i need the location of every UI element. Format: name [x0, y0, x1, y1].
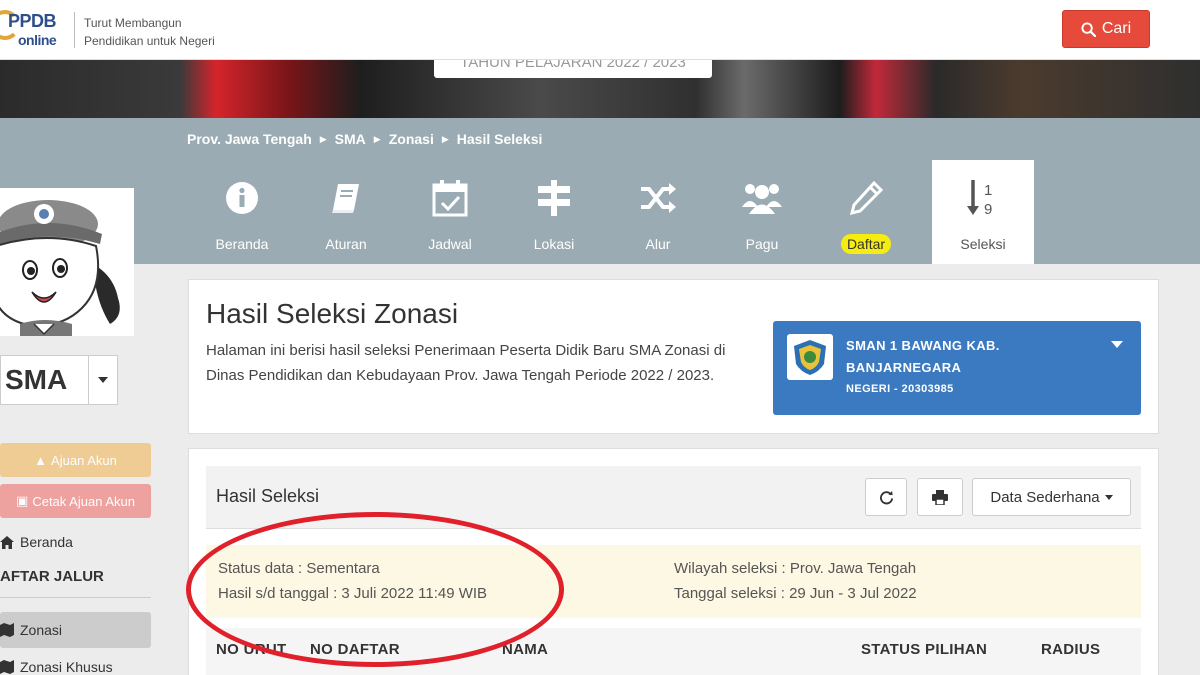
tab-seleksi[interactable]: 19 Seleksi	[932, 160, 1034, 264]
sidebar-divider	[0, 597, 151, 598]
tagline-line-2: Pendidikan untuk Negeri	[84, 34, 215, 48]
tab-label: Seleksi	[960, 236, 1006, 252]
logo-text-bottom: online	[18, 32, 57, 48]
school-name: SMAN 1 BAWANG KAB. BANJARNEGARA	[846, 338, 1000, 375]
sort-numeric-icon: 19	[967, 180, 992, 218]
page-title: Hasil Seleksi Zonasi	[206, 298, 459, 329]
hero-banner: TAHUN PELAJARAN 2022 / 2023	[0, 60, 1200, 118]
selection-period: Tanggal seleksi : 29 Jun - 3 Jul 2022	[674, 585, 917, 602]
data-status: Status data : Sementara	[218, 560, 380, 577]
tab-aturan[interactable]: Aturan	[294, 160, 398, 264]
tab-label: Lokasi	[533, 236, 575, 252]
chevron-down-icon	[87, 356, 117, 404]
users-icon	[742, 184, 782, 214]
book-icon	[332, 184, 359, 213]
mascot-avatar	[0, 188, 134, 336]
tab-label: Aturan	[325, 236, 367, 252]
tab-pagu[interactable]: Pagu	[710, 160, 814, 264]
page-description: Halaman ini berisi hasil seleksi Penerim…	[206, 342, 726, 384]
sidebar-item-label: Beranda	[20, 534, 73, 550]
main-nav-tabs: Beranda Aturan Jadwal Lokasi Alur Pagu D…	[190, 160, 1034, 264]
school-selector[interactable]: SMAN 1 BAWANG KAB. BANJARNEGARA NEGERI -…	[773, 321, 1141, 415]
tab-alur[interactable]: Alur	[606, 160, 710, 264]
school-emblem-icon	[787, 334, 833, 380]
tab-daftar[interactable]: Daftar	[814, 160, 918, 264]
tagline: Turut Membangun Pendidikan untuk Negeri	[84, 14, 215, 50]
search-button-label: Cari	[1101, 20, 1132, 37]
view-mode-dropdown[interactable]: Data Sederhana	[972, 478, 1131, 516]
sidebar-item-zonasi-khusus[interactable]: Zonasi Khusus	[0, 659, 113, 675]
shuffle-icon	[641, 183, 676, 213]
print-icon: ▣	[16, 493, 29, 508]
breadcrumb: Prov. Jawa Tengah ▶ SMA ▶ Zonasi ▶ Hasil…	[187, 131, 542, 147]
breadcrumb-separator-icon: ▶	[373, 133, 381, 144]
refresh-icon	[879, 490, 893, 504]
selection-info-box	[206, 545, 1141, 618]
logo-divider	[74, 12, 75, 48]
level-select[interactable]: SMA	[0, 355, 118, 405]
sidebar-item-beranda[interactable]: Beranda	[0, 534, 73, 550]
map-icon	[0, 623, 14, 637]
tab-jadwal[interactable]: Jadwal	[398, 160, 502, 264]
column-header-nama[interactable]: NAMA	[502, 641, 548, 658]
refresh-button[interactable]	[865, 478, 907, 516]
ajuan-akun-button[interactable]: ▲ Ajuan Akun	[0, 443, 151, 477]
academic-year-label: TAHUN PELAJARAN 2022 / 2023	[434, 60, 712, 78]
tab-label: Beranda	[215, 236, 269, 252]
results-title: Hasil Seleksi	[216, 486, 320, 506]
column-header-no-daftar[interactable]: NO DAFTAR	[310, 641, 400, 658]
chevron-down-icon	[1111, 341, 1123, 348]
sidebar-section-heading: AFTAR JALUR	[0, 568, 104, 585]
cetak-ajuan-akun-button[interactable]: ▣ Cetak Ajuan Akun	[0, 484, 151, 518]
svg-text:9: 9	[984, 201, 992, 218]
top-header: PPDB online Turut Membangun Pendidikan u…	[0, 0, 1200, 60]
sidebar-item-label: Zonasi Khusus	[20, 659, 113, 675]
tab-label: Alur	[645, 236, 671, 252]
info-icon	[226, 182, 258, 214]
view-mode-label: Data Sederhana	[990, 488, 1100, 506]
breadcrumb-path[interactable]: Zonasi	[389, 131, 434, 147]
user-icon: ▲	[34, 452, 48, 468]
cetak-ajuan-akun-label: Cetak Ajuan Akun	[32, 493, 135, 509]
results-as-of: Hasil s/d tanggal : 3 Juli 2022 11:49 WI…	[218, 585, 488, 602]
breadcrumb-level[interactable]: SMA	[335, 131, 366, 147]
signpost-icon	[538, 180, 570, 216]
tab-beranda[interactable]: Beranda	[190, 160, 294, 264]
sidebar-item-label: Zonasi	[20, 622, 63, 638]
search-button[interactable]: Cari	[1062, 10, 1150, 48]
tab-label: Jadwal	[428, 236, 472, 252]
tab-lokasi[interactable]: Lokasi	[502, 160, 606, 264]
column-header-no-urut[interactable]: NO URUT	[216, 641, 286, 658]
search-icon	[1081, 21, 1096, 37]
tagline-line-1: Turut Membangun	[84, 16, 182, 30]
logo-text-top: PPDB	[8, 11, 57, 31]
sidebar-item-zonasi[interactable]: Zonasi	[0, 612, 151, 648]
level-select-value: SMA	[5, 364, 68, 395]
pencil-icon	[849, 180, 884, 216]
mascot-illustration	[0, 200, 120, 336]
breadcrumb-separator-icon: ▶	[441, 133, 449, 144]
column-header-status-pilihan[interactable]: STATUS PILIHAN	[861, 641, 987, 658]
svg-text:1: 1	[984, 182, 992, 199]
print-button[interactable]	[917, 478, 963, 516]
selection-region: Wilayah seleksi : Prov. Jawa Tengah	[674, 560, 917, 577]
school-npsn: NEGERI - 20303985	[846, 383, 954, 395]
tab-label: Daftar	[840, 234, 892, 254]
column-header-radius[interactable]: RADIUS	[1041, 641, 1100, 658]
ppdb-logo[interactable]: PPDB online	[0, 8, 72, 52]
ajuan-akun-label: Ajuan Akun	[51, 452, 117, 468]
map-icon	[0, 660, 14, 674]
breadcrumb-separator-icon: ▶	[319, 133, 327, 144]
breadcrumb-current: Hasil Seleksi	[456, 131, 543, 147]
calendar-icon	[432, 180, 468, 217]
print-icon	[932, 489, 948, 505]
breadcrumb-province[interactable]: Prov. Jawa Tengah	[187, 131, 312, 147]
tab-label: Pagu	[745, 236, 779, 252]
home-icon	[0, 535, 14, 549]
caret-down-icon	[1104, 494, 1113, 500]
